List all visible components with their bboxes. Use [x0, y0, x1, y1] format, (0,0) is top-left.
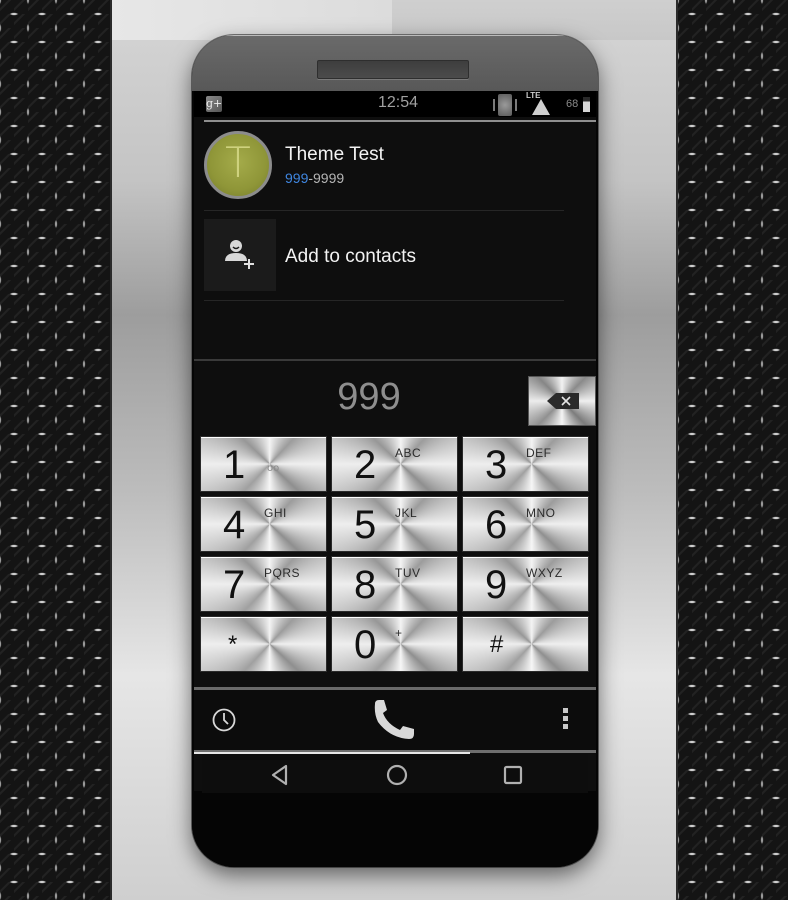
home-button[interactable]: [384, 762, 410, 788]
contact-number: 999-9999: [285, 170, 344, 186]
key-3[interactable]: 3 DEF: [462, 436, 589, 492]
background-highlight: [392, 0, 676, 40]
voicemail-icon: oo: [267, 463, 280, 474]
phone-bottom-bezel: [192, 793, 598, 867]
key-7[interactable]: 7 PQRS: [200, 556, 327, 612]
vibrate-icon: [492, 94, 518, 116]
google-plus-icon: g+: [206, 96, 223, 112]
add-to-contacts-label: Add to contacts: [285, 246, 416, 267]
dialpad: 1 oo 2 ABC 3 DEF 4 GHI 5 JKL 6 MNO 7 PQR…: [200, 436, 592, 676]
history-icon: [212, 708, 236, 732]
diamond-plate-left-panel: [0, 0, 112, 900]
key-1[interactable]: 1 oo: [200, 436, 327, 492]
key-digit: #: [490, 631, 504, 658]
key-star[interactable]: *: [200, 616, 327, 672]
back-button[interactable]: [268, 762, 294, 788]
navigation-bar: [202, 754, 588, 794]
key-digit: 5: [354, 503, 377, 547]
key-digit: 8: [354, 563, 377, 607]
status-time: 12:54: [378, 94, 419, 111]
add-person-icon-box: [204, 219, 276, 291]
key-5[interactable]: 5 JKL: [331, 496, 458, 552]
overflow-menu-icon: [560, 708, 570, 729]
contact-suggestion-row[interactable]: T Theme Test 999-9999: [204, 129, 564, 211]
background-highlight: [112, 0, 392, 40]
earpiece-speaker: [317, 60, 469, 79]
key-digit: 9: [485, 563, 508, 607]
key-letters: ABC: [395, 446, 422, 460]
add-person-icon: [225, 240, 254, 269]
number-match-highlight: 999: [285, 170, 309, 186]
key-digit: 1: [223, 443, 246, 487]
home-icon: [386, 764, 408, 786]
key-letters: DEF: [526, 446, 552, 460]
key-digit: 7: [223, 563, 246, 607]
call-button[interactable]: [370, 696, 420, 746]
key-digit: 4: [223, 503, 246, 547]
status-divider: [204, 120, 596, 122]
add-to-contacts-row[interactable]: Add to contacts: [204, 219, 564, 301]
signal-icon: [532, 99, 550, 115]
key-letters: +: [395, 626, 403, 640]
backspace-button[interactable]: [528, 376, 596, 426]
recents-button[interactable]: [500, 762, 526, 788]
key-letters: PQRS: [264, 566, 301, 580]
dialed-digits-field[interactable]: 999: [294, 376, 444, 426]
key-letters: TUV: [395, 566, 421, 580]
phone-top-bezel: [192, 35, 598, 91]
recents-icon: [503, 765, 523, 785]
key-digit: 2: [354, 443, 377, 487]
call-history-button[interactable]: [212, 708, 236, 732]
key-6[interactable]: 6 MNO: [462, 496, 589, 552]
backspace-icon: [547, 393, 579, 409]
number-rest: -9999: [308, 170, 345, 186]
status-bar: g+ 12:54 LTE 68: [194, 91, 596, 117]
phone-call-icon: [374, 700, 414, 739]
overflow-menu-button[interactable]: [560, 708, 570, 734]
key-digit: 0: [354, 623, 377, 667]
digits-divider: [194, 359, 596, 361]
key-0[interactable]: 0 +: [331, 616, 458, 672]
back-icon: [271, 764, 288, 786]
key-letters: GHI: [264, 506, 287, 520]
key-9[interactable]: 9 WXYZ: [462, 556, 589, 612]
key-digit: 3: [485, 443, 508, 487]
avatar: T: [204, 131, 272, 199]
key-8[interactable]: 8 TUV: [331, 556, 458, 612]
battery-percent: 68: [566, 98, 579, 110]
key-letters: JKL: [395, 506, 418, 520]
key-letters: MNO: [526, 506, 556, 520]
battery-icon: [583, 97, 590, 112]
key-digit: *: [228, 631, 238, 658]
key-hash[interactable]: #: [462, 616, 589, 672]
diamond-plate-right-panel: [676, 0, 788, 900]
key-4[interactable]: 4 GHI: [200, 496, 327, 552]
contact-name: Theme Test: [285, 144, 384, 165]
dialer-action-bar: [194, 690, 596, 750]
key-2[interactable]: 2 ABC: [331, 436, 458, 492]
dialer-screen: g+ 12:54 LTE 68 T Theme Test 999-9999 Ad…: [194, 91, 596, 794]
key-letters: WXYZ: [526, 566, 563, 580]
phone-frame: g+ 12:54 LTE 68 T Theme Test 999-9999 Ad…: [192, 35, 598, 867]
key-digit: 6: [485, 503, 508, 547]
